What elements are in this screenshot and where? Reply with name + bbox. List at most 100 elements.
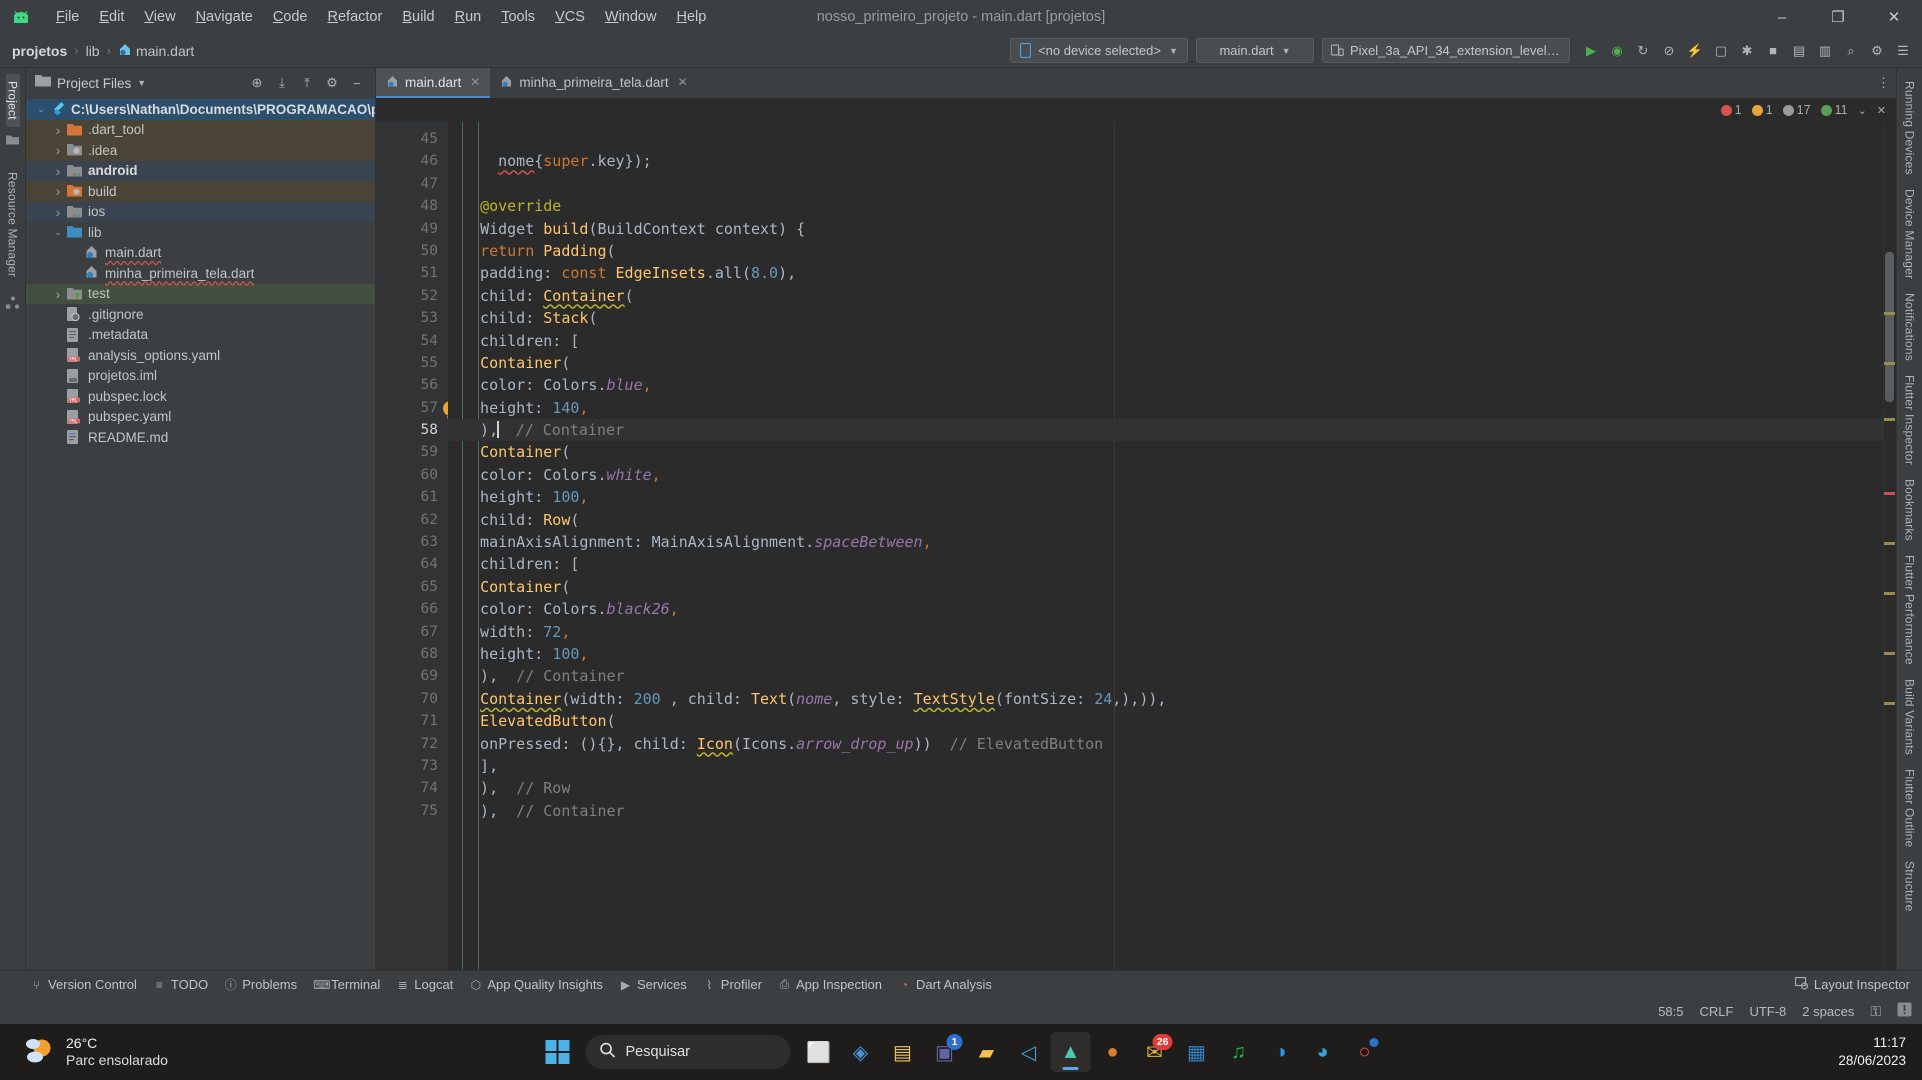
device-file-icon[interactable]: ▢ — [1708, 38, 1734, 64]
tree-node-pubspec-lock[interactable]: YML pubspec.lock — [26, 386, 375, 407]
linkedin-icon[interactable]: ▦ — [1177, 1032, 1217, 1072]
tree-node--dart_tool[interactable]: › .dart_tool — [26, 119, 375, 140]
code-line[interactable]: width: 72, — [448, 621, 1883, 643]
menu-item-edit[interactable]: Edit — [89, 6, 134, 28]
line-number[interactable]: 61 — [376, 486, 448, 508]
code-line[interactable]: Container(width: 200 , child: Text(nome,… — [448, 688, 1883, 710]
code-line[interactable]: onPressed: (){}, child: Icon(Icons.arrow… — [448, 733, 1883, 755]
hot-reload-icon[interactable]: ⚡ — [1682, 38, 1708, 64]
code-editor[interactable]: nome{super.key}); @override Widget build… — [448, 122, 1883, 970]
edge-icon[interactable]: ◕ — [1303, 1032, 1343, 1072]
hide-icon[interactable]: − — [346, 72, 368, 94]
tool-window-todo[interactable]: ≡ TODO — [153, 977, 208, 992]
collapse-all-icon[interactable]: ⤒ — [296, 72, 318, 94]
code-line[interactable]: color: Colors.blue, — [448, 374, 1883, 396]
structure-icon[interactable] — [5, 296, 20, 312]
taskbar-clock[interactable]: 11:17 28/06/2023 — [1838, 1034, 1906, 1069]
tool-window-logcat[interactable]: ≣ Logcat — [396, 977, 454, 992]
tree-node-build[interactable]: › build — [26, 181, 375, 202]
settings-icon[interactable]: ⚙ — [1864, 38, 1890, 64]
chevron-right-icon[interactable]: › — [49, 286, 67, 302]
search-icon[interactable]: ⌕ — [1838, 38, 1864, 64]
project-file-tree[interactable]: ⌄ C:\Users\Nathan\Documents\PROGRAMACAO\p… — [26, 98, 375, 970]
close-button[interactable]: ✕ — [1866, 0, 1922, 34]
line-number[interactable]: 60 — [376, 464, 448, 486]
code-line[interactable]: Container( — [448, 576, 1883, 598]
chrome-icon[interactable]: ○ — [1345, 1032, 1385, 1072]
tree-node-main-dart[interactable]: main.dart — [26, 243, 375, 264]
code-line[interactable]: ), // Row — [448, 777, 1883, 799]
tree-node-test[interactable]: › test — [26, 283, 375, 304]
line-number[interactable]: 67 — [376, 621, 448, 643]
run-config-selector[interactable]: main.dart ▼ — [1196, 38, 1314, 63]
code-line[interactable]: ElevatedButton( — [448, 710, 1883, 732]
chevron-down-icon[interactable]: ⌄ — [32, 104, 50, 115]
line-number[interactable]: 45 — [376, 128, 448, 150]
tree-node-pubspec-yaml[interactable]: YML pubspec.yaml — [26, 407, 375, 428]
tool-window-version-control[interactable]: ⑂ Version Control — [30, 977, 137, 992]
maximize-button[interactable]: ❐ — [1810, 0, 1866, 34]
editor-scrollbar[interactable] — [1883, 122, 1896, 970]
code-line[interactable]: height: 100, — [448, 486, 1883, 508]
rail-item-project[interactable]: Project — [5, 74, 20, 127]
code-line[interactable]: Container( — [448, 441, 1883, 463]
code-line[interactable]: nome{super.key}); — [448, 150, 1883, 172]
code-line[interactable] — [448, 173, 1883, 195]
more-icon[interactable]: ☰ — [1890, 38, 1916, 64]
chevron-right-icon[interactable]: › — [49, 122, 67, 138]
line-number[interactable]: 51 — [376, 262, 448, 284]
line-number[interactable]: 53 — [376, 307, 448, 329]
mail-icon[interactable]: ✉ 26 — [1135, 1032, 1175, 1072]
line-number-gutter[interactable]: 45 46 47 48 49 50 51 52 53 54 55 56 57 58 59 60 61 62 63 64… — [376, 122, 458, 970]
tree-node-analysis_options-yaml[interactable]: YML analysis_options.yaml — [26, 345, 375, 366]
editor-tab-main-dart[interactable]: main.dart ✕ — [376, 68, 491, 98]
tree-node-android[interactable]: › android — [26, 160, 375, 181]
right-rail-item-device-manager[interactable]: Device Manager — [1903, 182, 1917, 286]
tree-node--gitignore[interactable]: .gitignore — [26, 304, 375, 325]
line-number[interactable]: 58 — [376, 419, 448, 441]
chevron-down-icon[interactable]: ⌄ — [49, 227, 67, 238]
code-line[interactable]: color: Colors.black26, — [448, 598, 1883, 620]
menu-item-file[interactable]: File — [46, 6, 89, 28]
code-line[interactable]: color: Colors.white, — [448, 464, 1883, 486]
settings-icon[interactable]: ⚙ — [321, 72, 343, 94]
menu-item-code[interactable]: Code — [263, 6, 318, 28]
line-number[interactable]: 69 — [376, 665, 448, 687]
right-rail-item-notifications[interactable]: Notifications — [1903, 286, 1917, 368]
tree-node-ios[interactable]: › ios — [26, 201, 375, 222]
code-line[interactable]: children: [ — [448, 330, 1883, 352]
line-number[interactable]: 66 — [376, 598, 448, 620]
line-number[interactable]: 48 — [376, 195, 448, 217]
copilot-icon[interactable]: ◈ — [841, 1032, 881, 1072]
chevron-down-icon[interactable]: ▼ — [137, 78, 146, 88]
debug-icon[interactable]: ◉ — [1604, 38, 1630, 64]
line-number[interactable]: 56 — [376, 374, 448, 396]
minimize-button[interactable]: – — [1754, 0, 1810, 34]
close-icon[interactable]: ✕ — [678, 75, 688, 89]
tool-window-problems[interactable]: ⓘ Problems — [224, 976, 297, 993]
line-number[interactable]: 46 — [376, 150, 448, 172]
menu-item-tools[interactable]: Tools — [491, 6, 545, 28]
line-number[interactable]: 59 — [376, 441, 448, 463]
right-rail-item-build-variants[interactable]: Build Variants — [1903, 672, 1917, 762]
teams-icon[interactable]: ▣ 1 — [925, 1032, 965, 1072]
line-number[interactable]: 72 — [376, 733, 448, 755]
right-rail-item-structure[interactable]: Structure — [1903, 854, 1917, 919]
start-button[interactable] — [538, 1032, 578, 1072]
inspection-widget[interactable]: 1 1 17 11 ⌄ ✕ — [376, 98, 1896, 122]
menu-item-help[interactable]: Help — [666, 6, 716, 28]
breadcrumb-item-lib[interactable]: lib — [86, 43, 100, 59]
cursor-position[interactable]: 58:5 — [1658, 1004, 1683, 1019]
chevron-right-icon[interactable]: › — [49, 142, 67, 158]
chevron-right-icon[interactable]: › — [49, 204, 67, 220]
code-line[interactable]: return Padding( — [448, 240, 1883, 262]
vscode-icon[interactable]: ◁ — [1009, 1032, 1049, 1072]
tool-window-terminal[interactable]: ⌨ Terminal — [313, 977, 380, 992]
locate-icon[interactable]: ⊕ — [246, 72, 268, 94]
code-line[interactable]: mainAxisAlignment: MainAxisAlignment.spa… — [448, 531, 1883, 553]
line-number[interactable]: 65 — [376, 576, 448, 598]
line-number[interactable]: 52 — [376, 285, 448, 307]
code-line[interactable]: child: Stack( — [448, 307, 1883, 329]
right-rail-item-running-devices[interactable]: Running Devices — [1903, 74, 1917, 182]
tree-node--idea[interactable]: › .idea — [26, 140, 375, 161]
